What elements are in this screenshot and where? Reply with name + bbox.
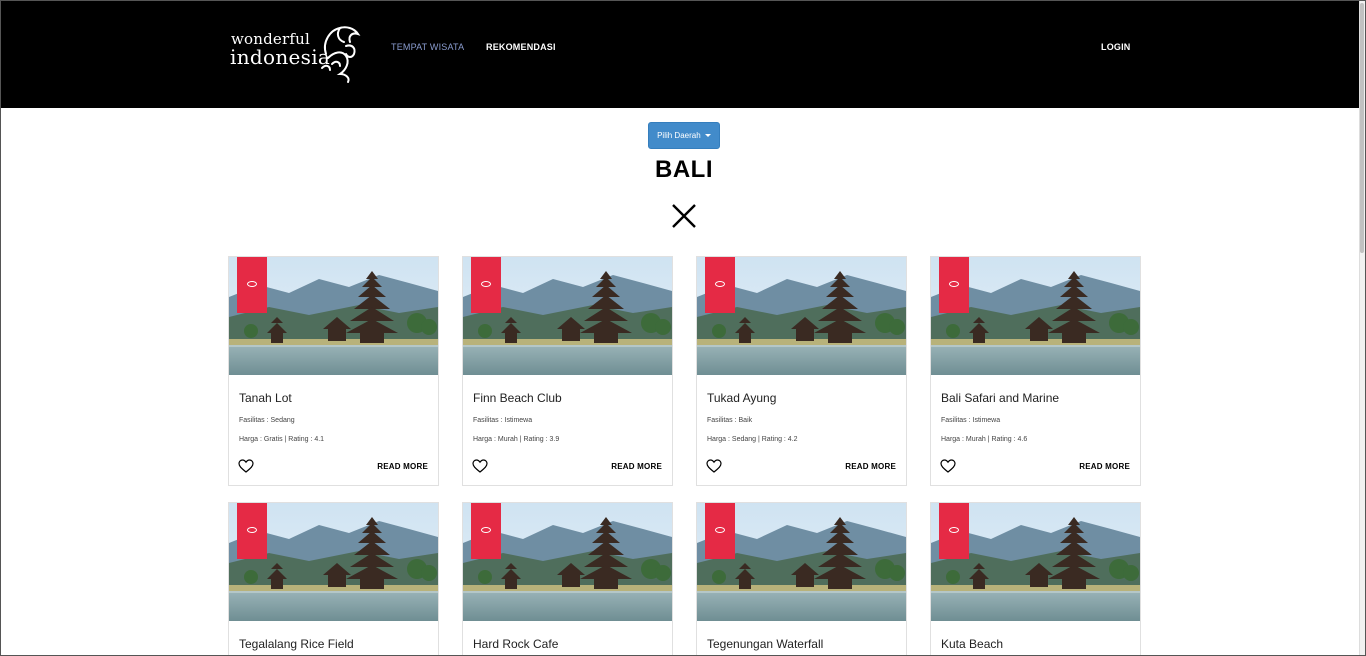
heart-icon[interactable] xyxy=(940,459,956,473)
region-title: BALI xyxy=(655,156,713,183)
card-image[interactable] xyxy=(463,257,672,375)
read-more-link[interactable]: READ MORE xyxy=(845,462,896,471)
view-badge[interactable] xyxy=(237,503,267,559)
read-more-link[interactable]: READ MORE xyxy=(377,462,428,471)
destination-card[interactable]: Finn Beach Club Fasilitas : Istimewa Harga… xyxy=(462,256,673,486)
eye-icon xyxy=(481,281,491,287)
heart-icon[interactable] xyxy=(472,459,488,473)
card-image[interactable] xyxy=(229,503,438,621)
read-more-link[interactable]: READ MORE xyxy=(1079,462,1130,471)
region-dropdown-button[interactable]: Pilih Daerah xyxy=(648,122,720,149)
card-image[interactable] xyxy=(463,503,672,621)
brand-logo[interactable]: wonderful indonesia xyxy=(230,24,362,86)
heart-icon[interactable] xyxy=(238,459,254,473)
eye-icon xyxy=(481,527,491,533)
card-title[interactable]: Bali Safari and Marine xyxy=(941,391,1059,405)
nav-login[interactable]: LOGIN xyxy=(1101,42,1131,52)
view-badge[interactable] xyxy=(705,503,735,559)
nav-rekomendasi[interactable]: REKOMENDASI xyxy=(486,42,556,52)
page: wonderful indonesia TEMPAT WISATA REKOME… xyxy=(0,0,1366,656)
destination-card[interactable]: Tukad Ayung Fasilitas : Baik Harga : Sedan… xyxy=(696,256,907,486)
view-badge[interactable] xyxy=(237,257,267,313)
nav-tempat-wisata[interactable]: TEMPAT WISATA xyxy=(391,42,464,52)
card-title[interactable]: Kuta Beach xyxy=(941,637,1003,651)
card-title[interactable]: Tegalalang Rice Field xyxy=(239,637,354,651)
heart-icon[interactable] xyxy=(706,459,722,473)
destination-card[interactable]: Kuta Beach xyxy=(930,502,1141,655)
card-price-rating: Harga : Murah | Rating : 4.6 xyxy=(941,436,1028,443)
eye-icon xyxy=(715,281,725,287)
card-facility: Fasilitas : Sedang xyxy=(239,417,295,424)
close-icon[interactable] xyxy=(671,203,697,229)
read-more-link[interactable]: READ MORE xyxy=(611,462,662,471)
destination-card[interactable]: Hard Rock Cafe xyxy=(462,502,673,655)
view-badge[interactable] xyxy=(939,503,969,559)
card-title[interactable]: Tegenungan Waterfall xyxy=(707,637,823,651)
card-image[interactable] xyxy=(931,503,1140,621)
card-title[interactable]: Tanah Lot xyxy=(239,391,292,405)
eye-icon xyxy=(247,527,257,533)
view-badge[interactable] xyxy=(471,257,501,313)
garuda-logo-icon xyxy=(321,26,361,83)
eye-icon xyxy=(247,281,257,287)
card-title[interactable]: Tukad Ayung xyxy=(707,391,776,405)
card-image[interactable] xyxy=(697,257,906,375)
eye-icon xyxy=(715,527,725,533)
card-image[interactable] xyxy=(931,257,1140,375)
view-badge[interactable] xyxy=(471,503,501,559)
card-title[interactable]: Hard Rock Cafe xyxy=(473,637,558,651)
card-title[interactable]: Finn Beach Club xyxy=(473,391,562,405)
scrollbar-thumb[interactable] xyxy=(1360,3,1364,253)
destination-card[interactable]: Tegenungan Waterfall xyxy=(696,502,907,655)
scrollbar[interactable] xyxy=(1359,1,1365,655)
view-badge[interactable] xyxy=(705,257,735,313)
view-badge[interactable] xyxy=(939,257,969,313)
eye-icon xyxy=(949,527,959,533)
card-price-rating: Harga : Gratis | Rating : 4.1 xyxy=(239,436,325,443)
card-price-rating: Harga : Murah | Rating : 3.9 xyxy=(473,436,560,443)
card-facility: Fasilitas : Baik xyxy=(707,417,753,424)
card-image[interactable] xyxy=(697,503,906,621)
card-price-rating: Harga : Sedang | Rating : 4.2 xyxy=(707,436,798,443)
region-dropdown-label: Pilih Daerah xyxy=(657,131,701,140)
destination-card[interactable]: Bali Safari and Marine Fasilitas : Istime… xyxy=(930,256,1141,486)
card-facility: Fasilitas : Istimewa xyxy=(941,417,1001,424)
eye-icon xyxy=(949,281,959,287)
destination-card[interactable]: Tegalalang Rice Field xyxy=(228,502,439,655)
destination-card[interactable]: Tanah Lot Fasilitas : Sedang Harga : Grati… xyxy=(228,256,439,486)
card-image[interactable] xyxy=(229,257,438,375)
navbar: wonderful indonesia TEMPAT WISATA REKOME… xyxy=(1,1,1361,108)
card-facility: Fasilitas : Istimewa xyxy=(473,417,533,424)
caret-down-icon xyxy=(704,134,711,138)
